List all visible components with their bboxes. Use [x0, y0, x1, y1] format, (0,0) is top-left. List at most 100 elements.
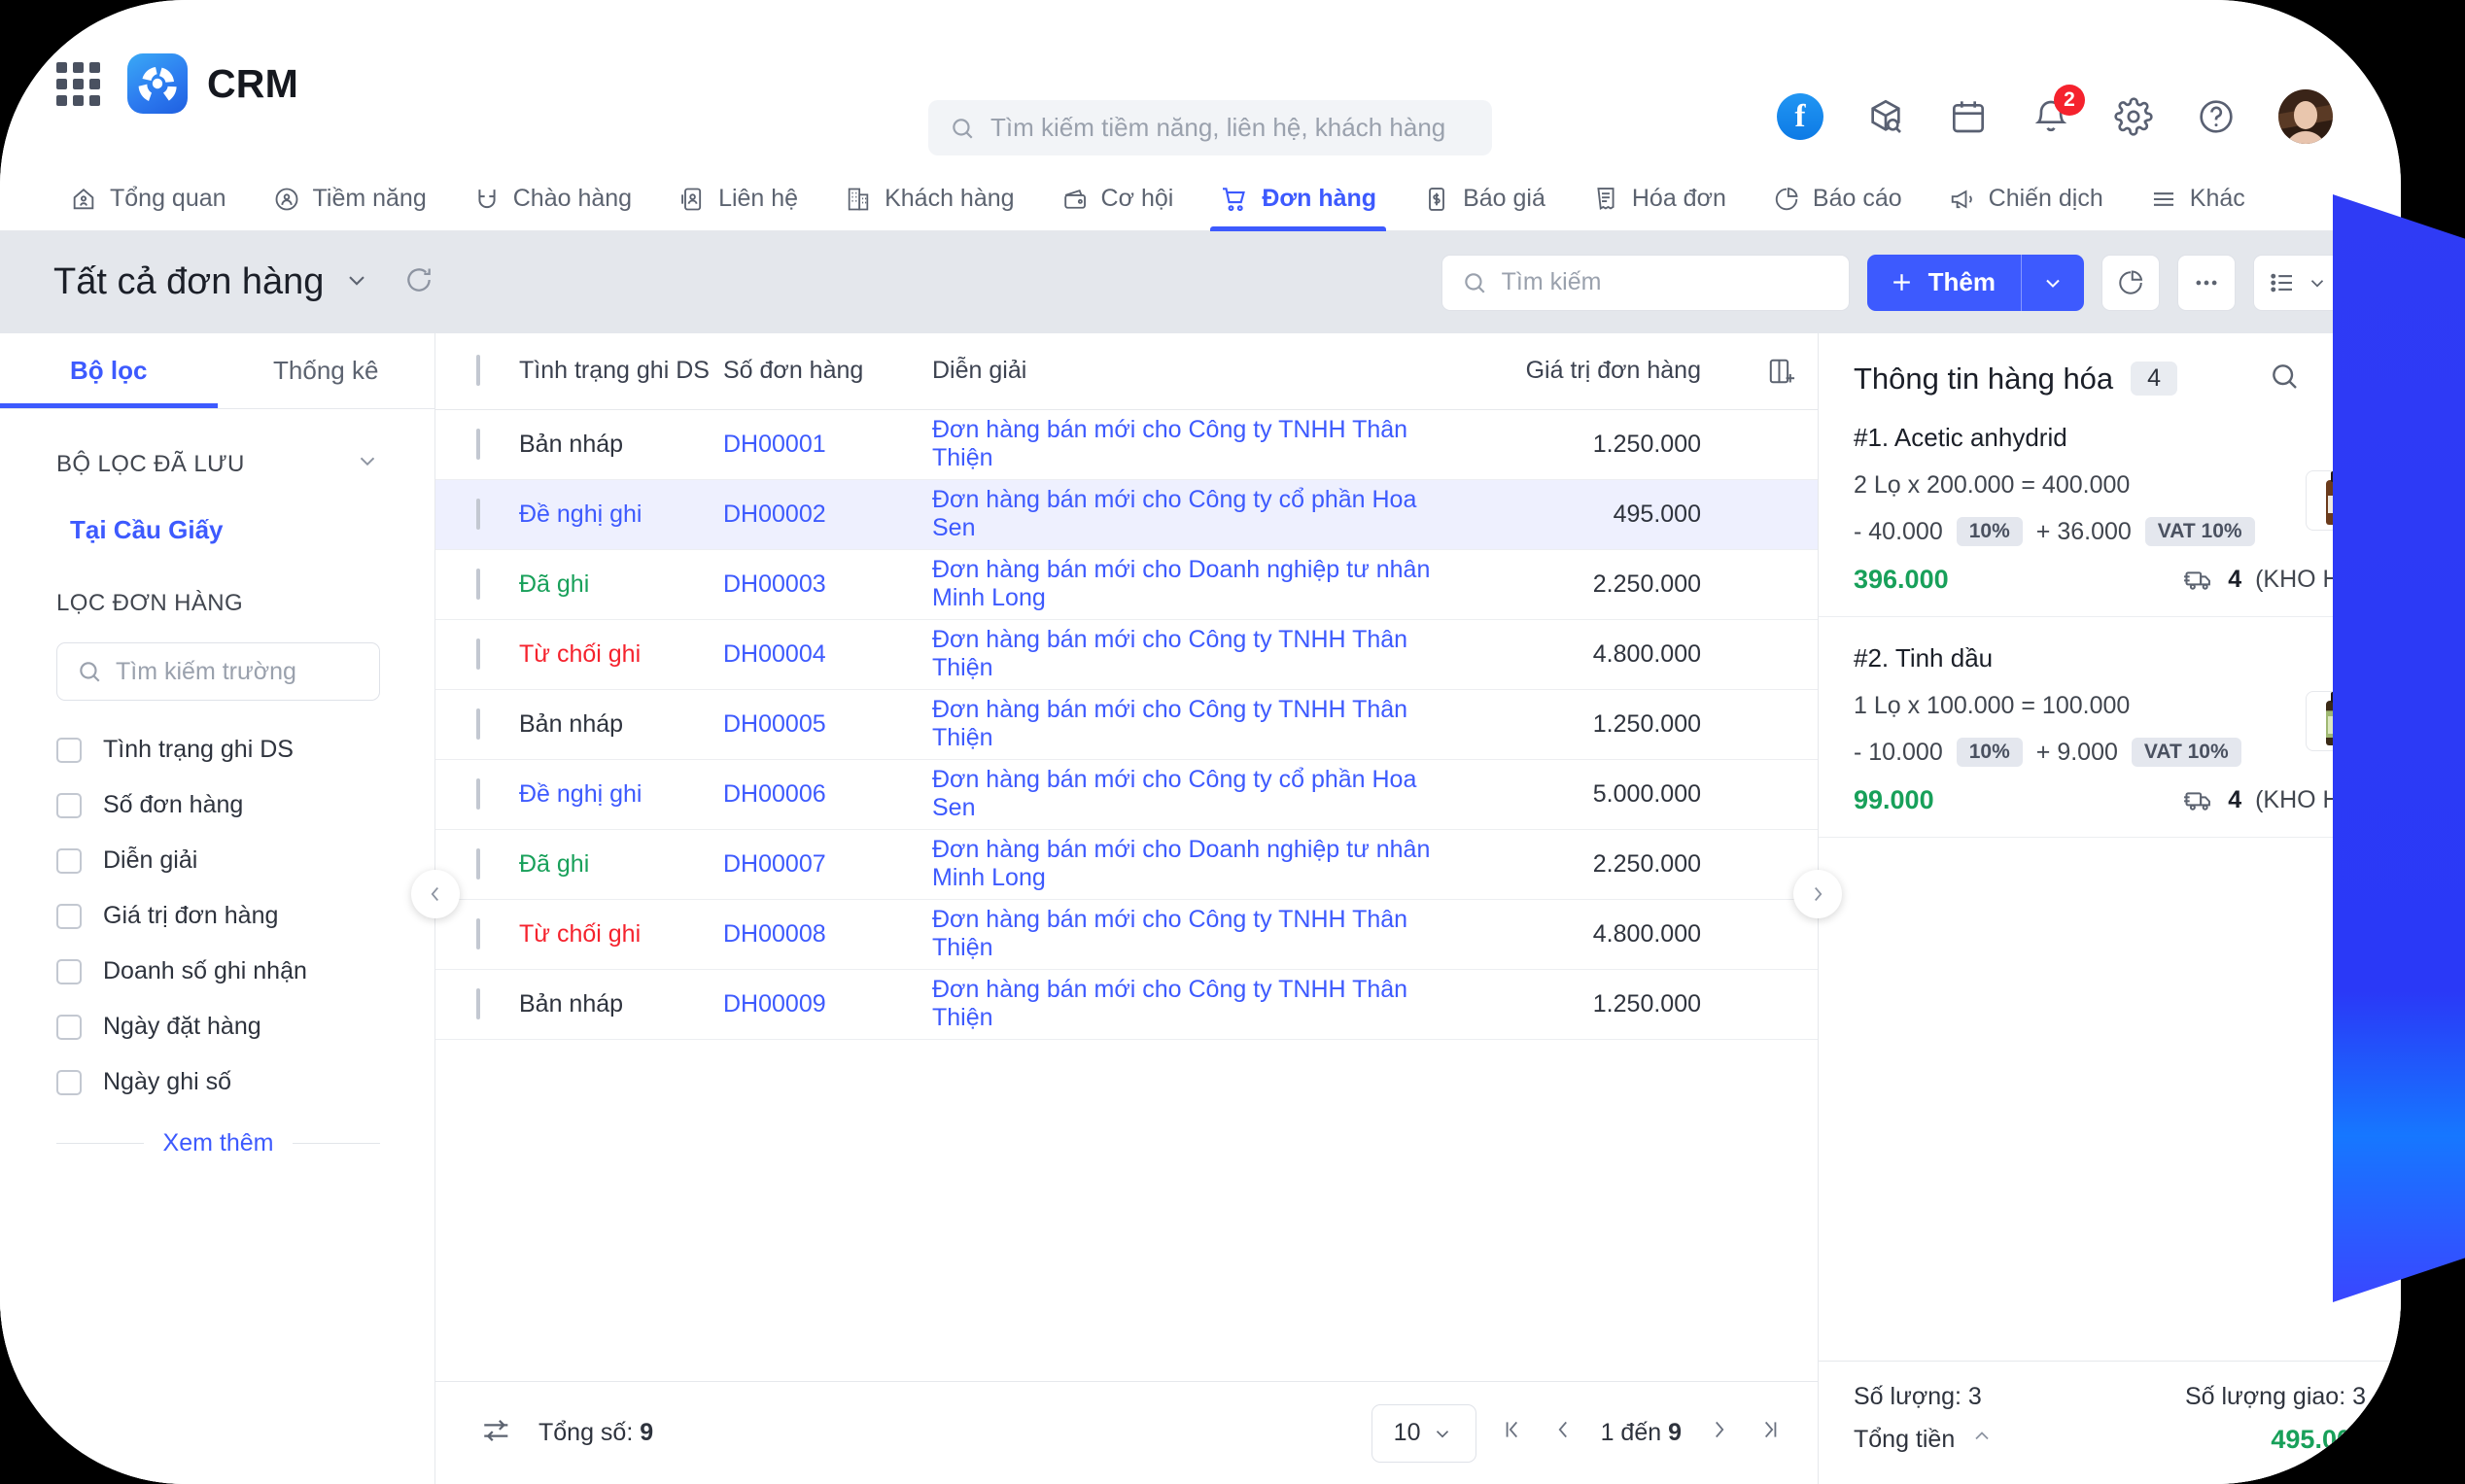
collapse-right-button[interactable]	[1793, 870, 1842, 918]
row-checkbox[interactable]	[476, 777, 480, 810]
avatar[interactable]	[2278, 89, 2333, 144]
checkbox[interactable]	[56, 847, 82, 874]
filter-field-item[interactable]: Doanh số ghi nhận	[56, 944, 380, 999]
chart-view-button[interactable]	[2101, 254, 2160, 311]
nav-item-hoa-don[interactable]: Hóa đơn	[1569, 167, 1750, 231]
checkbox[interactable]	[56, 903, 82, 929]
package-search-icon[interactable]	[1865, 96, 1906, 137]
table-row[interactable]: Đã ghi DH00003 Đơn hàng bán mới cho Doan…	[435, 549, 1818, 620]
next-page-button[interactable]	[1707, 1417, 1732, 1449]
checkbox[interactable]	[56, 1014, 82, 1040]
filter-field-item[interactable]: Ngày đặt hàng	[56, 999, 380, 1054]
notifications-bell-icon[interactable]: 2	[2031, 85, 2085, 137]
nav-item-tiem-nang[interactable]: Tiềm năng	[250, 167, 450, 231]
cell-description[interactable]: Đơn hàng bán mới cho Doanh nghiệp tư nhâ…	[932, 829, 1454, 900]
saved-filters-header[interactable]: BỘ LỌC ĐÃ LƯU	[56, 448, 380, 480]
refresh-icon[interactable]	[403, 264, 434, 300]
row-checkbox[interactable]	[476, 917, 480, 949]
nav-item-chien-dich[interactable]: Chiến dịch	[1926, 167, 2127, 231]
table-row[interactable]: Bản nháp DH00009 Đơn hàng bán mới cho Cô…	[435, 969, 1818, 1040]
cell-description[interactable]: Đơn hàng bán mới cho Công ty TNHH Thân T…	[932, 689, 1454, 760]
nav-item-lien-he[interactable]: Liên hệ	[655, 167, 821, 231]
row-checkbox[interactable]	[476, 498, 480, 530]
chevron-up-icon[interactable]	[1970, 1425, 1994, 1455]
column-header-order-no[interactable]: Số đơn hàng	[723, 333, 932, 410]
cell-order-no[interactable]: DH00009	[723, 969, 932, 1040]
table-row[interactable]: Đề nghị ghi DH00002 Đơn hàng bán mới cho…	[435, 479, 1818, 550]
column-header-description[interactable]: Diễn giải	[932, 333, 1454, 410]
row-checkbox[interactable]	[476, 568, 480, 600]
tab-thong-ke[interactable]: Thống kê	[218, 333, 435, 408]
cell-order-no[interactable]: DH00003	[723, 549, 932, 620]
row-checkbox[interactable]	[476, 428, 480, 460]
row-checkbox[interactable]	[476, 847, 480, 880]
first-page-button[interactable]	[1500, 1417, 1525, 1449]
cell-order-no[interactable]: DH00001	[723, 409, 932, 480]
field-search-input[interactable]: Tìm kiếm trường	[56, 642, 380, 701]
table-row[interactable]: Từ chối ghi DH00004 Đơn hàng bán mới cho…	[435, 619, 1818, 690]
saved-filter-item[interactable]: Tại Cầu Giấy	[56, 480, 380, 545]
page-title-chevron-down-icon[interactable]	[343, 266, 370, 298]
table-row[interactable]: Đã ghi DH00007 Đơn hàng bán mới cho Doan…	[435, 829, 1818, 900]
nav-item-bao-gia[interactable]: Báo giá	[1400, 167, 1569, 231]
filter-field-item[interactable]: Tình trạng ghi DS	[56, 722, 380, 777]
cell-description[interactable]: Đơn hàng bán mới cho Công ty cổ phần Hoa…	[932, 479, 1454, 550]
facebook-icon[interactable]: f	[1777, 93, 1823, 140]
cell-order-no[interactable]: DH00006	[723, 759, 932, 830]
last-page-button[interactable]	[1757, 1417, 1783, 1449]
product-item[interactable]: #1. Acetic anhydrid 2 Lọ x 200.000 = 400…	[1819, 397, 2401, 617]
page-size-select[interactable]: 10	[1371, 1403, 1476, 1463]
list-view-button[interactable]	[2253, 254, 2343, 311]
cell-description[interactable]: Đơn hàng bán mới cho Công ty TNHH Thân T…	[932, 619, 1454, 690]
detail-search-icon[interactable]	[2251, 361, 2300, 397]
filter-field-item[interactable]: Giá trị đơn hàng	[56, 888, 380, 944]
row-checkbox[interactable]	[476, 707, 480, 740]
nav-item-khac[interactable]: Khác	[2127, 167, 2269, 231]
column-header-status[interactable]: Tình trạng ghi DS	[519, 333, 723, 410]
help-icon[interactable]	[2196, 96, 2237, 137]
cell-description[interactable]: Đơn hàng bán mới cho Công ty TNHH Thân T…	[932, 969, 1454, 1040]
column-header-value[interactable]: Giá trị đơn hàng	[1454, 333, 1746, 410]
cell-description[interactable]: Đơn hàng bán mới cho Doanh nghiệp tư nhâ…	[932, 549, 1454, 620]
cell-order-no[interactable]: DH00007	[723, 829, 932, 900]
nav-item-don-hang[interactable]: Đơn hàng	[1197, 167, 1400, 231]
add-dropdown-button[interactable]	[2022, 271, 2084, 294]
calendar-icon[interactable]	[1948, 96, 1989, 137]
table-row[interactable]: Từ chối ghi DH00008 Đơn hàng bán mới cho…	[435, 899, 1818, 970]
checkbox[interactable]	[56, 792, 82, 818]
add-column-icon[interactable]	[1746, 356, 1818, 387]
checkbox[interactable]	[56, 737, 82, 763]
cell-description[interactable]: Đơn hàng bán mới cho Công ty TNHH Thân T…	[932, 409, 1454, 480]
chevron-down-icon[interactable]	[355, 448, 380, 480]
gear-icon[interactable]	[2113, 96, 2154, 137]
global-search-input[interactable]: Tìm kiếm tiềm năng, liên hệ, khách hàng	[928, 100, 1492, 155]
product-item[interactable]: #2. Tinh dầu 1 Lọ x 100.000 = 100.000 - …	[1819, 617, 2401, 838]
nav-item-co-hoi[interactable]: Cơ hội	[1038, 167, 1198, 231]
see-more-link[interactable]: Xem thêm	[163, 1129, 274, 1157]
nav-item-khach-hang[interactable]: Khách hàng	[821, 167, 1037, 231]
nav-item-tong-quan[interactable]: Tổng quan	[47, 167, 250, 231]
tab-bo-loc[interactable]: Bộ lọc	[0, 333, 218, 408]
filter-field-item[interactable]: Số đơn hàng	[56, 777, 380, 833]
row-checkbox[interactable]	[476, 638, 480, 670]
table-row[interactable]: Bản nháp DH00001 Đơn hàng bán mới cho Cô…	[435, 409, 1818, 480]
select-all-checkbox[interactable]	[476, 355, 480, 387]
table-row[interactable]: Đề nghị ghi DH00006 Đơn hàng bán mới cho…	[435, 759, 1818, 830]
app-grid-icon[interactable]	[56, 61, 100, 106]
cell-order-no[interactable]: DH00008	[723, 899, 932, 970]
collapse-left-button[interactable]	[411, 870, 460, 918]
filter-field-item[interactable]: Ngày ghi số	[56, 1054, 380, 1110]
table-row[interactable]: Bản nháp DH00005 Đơn hàng bán mới cho Cô…	[435, 689, 1818, 760]
checkbox[interactable]	[56, 958, 82, 984]
crm-logo-icon[interactable]	[127, 53, 188, 114]
cell-description[interactable]: Đơn hàng bán mới cho Công ty cổ phần Hoa…	[932, 759, 1454, 830]
cell-order-no[interactable]: DH00004	[723, 619, 932, 690]
nav-item-bao-cao[interactable]: Báo cáo	[1750, 167, 1926, 231]
row-checkbox[interactable]	[476, 987, 480, 1019]
add-button[interactable]: Thêm	[1867, 267, 2021, 297]
table-search-input[interactable]: Tìm kiếm	[1441, 254, 1850, 311]
sort-settings-icon[interactable]	[480, 1414, 513, 1452]
prev-page-button[interactable]	[1550, 1417, 1576, 1449]
checkbox[interactable]	[56, 1069, 82, 1095]
more-options-button[interactable]	[2177, 254, 2236, 311]
